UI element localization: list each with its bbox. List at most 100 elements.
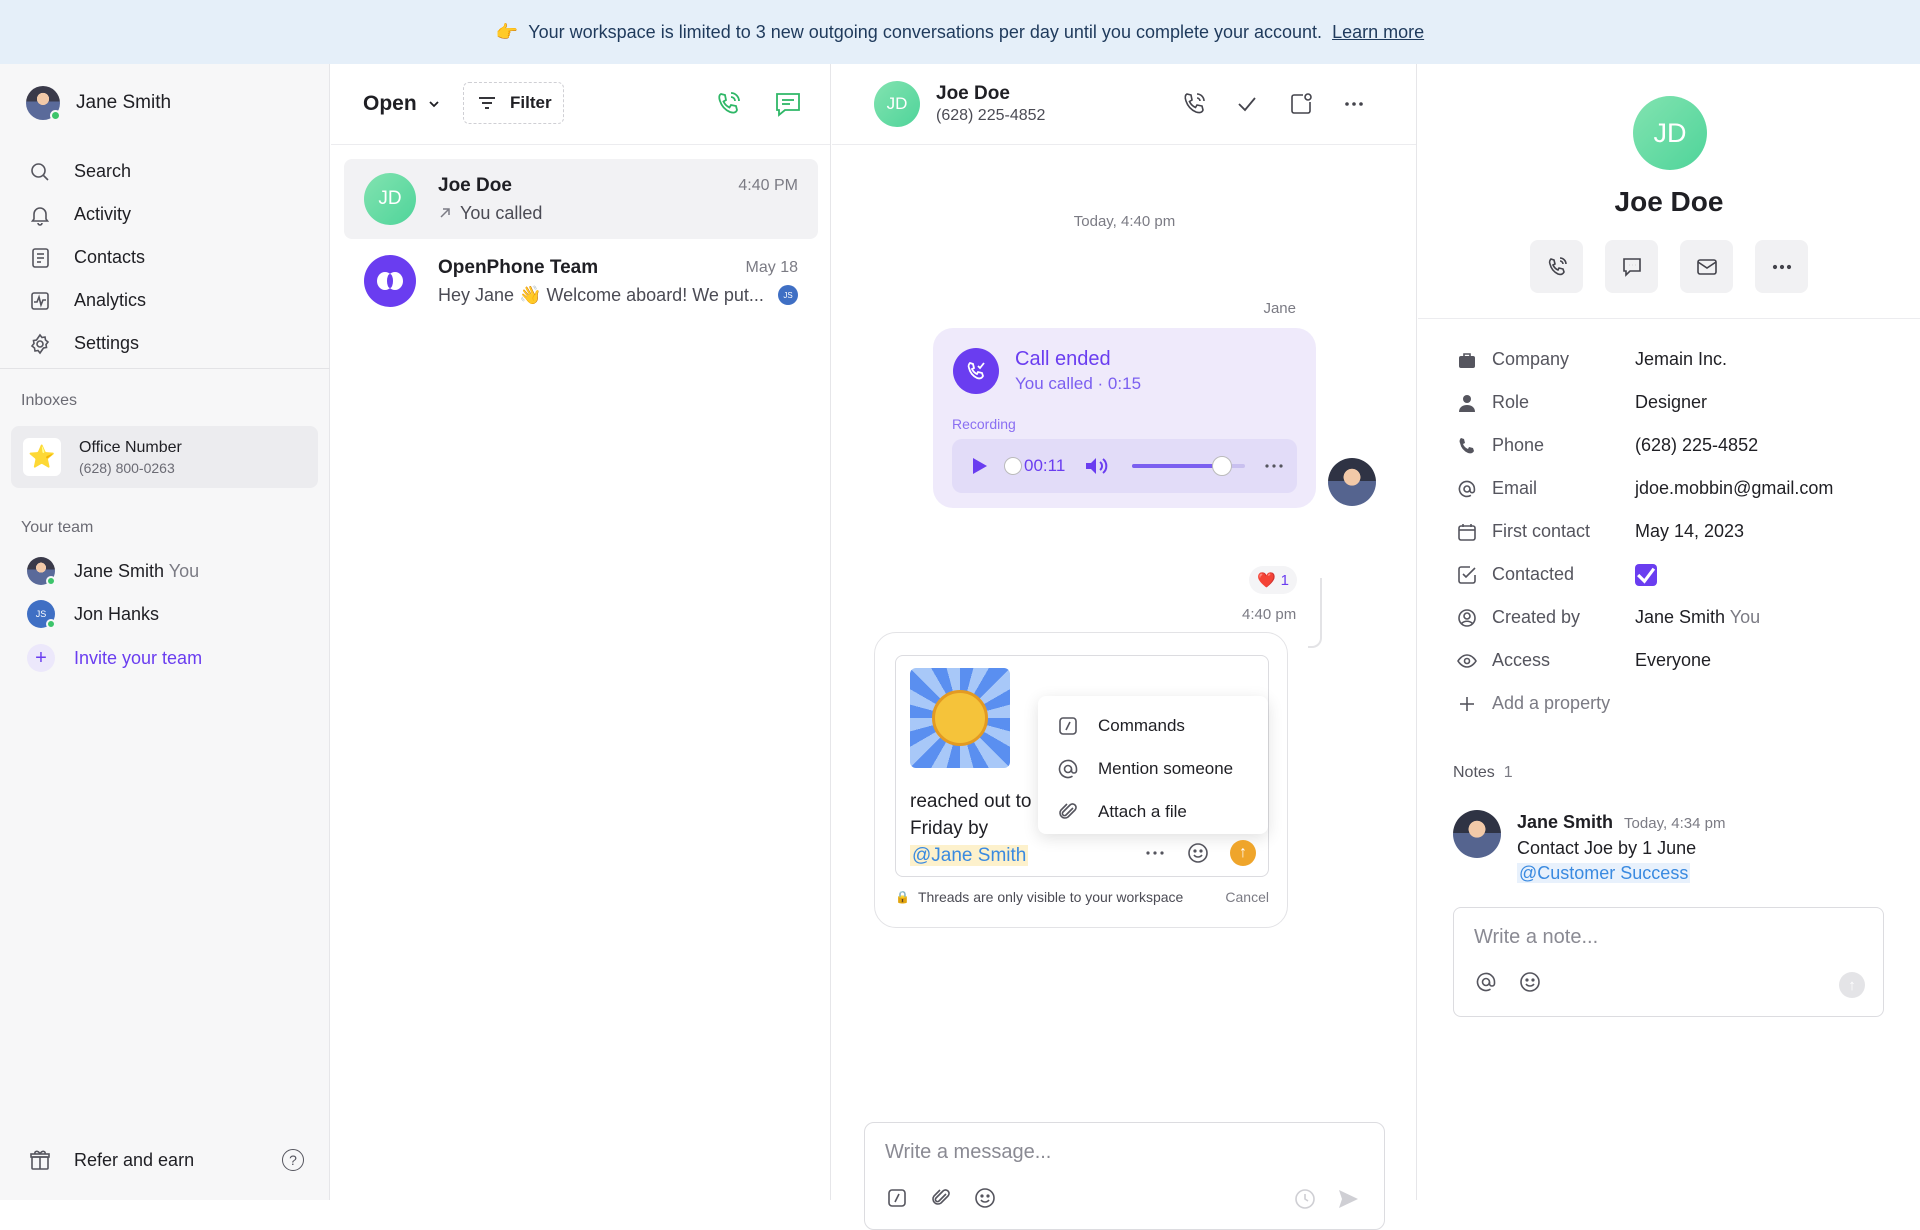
status-dropdown[interactable]: Open — [363, 92, 441, 116]
property-key: Access — [1492, 650, 1551, 670]
nav-settings[interactable]: Settings — [28, 322, 318, 365]
message-input[interactable] — [885, 1141, 1315, 1164]
learn-more-link[interactable]: Learn more — [1332, 22, 1424, 43]
filter-button[interactable]: Filter — [463, 82, 564, 124]
call-icon[interactable] — [1180, 90, 1208, 118]
nav-search[interactable]: Search — [28, 150, 318, 193]
filter-icon — [479, 97, 495, 109]
paperclip-icon[interactable] — [929, 1186, 953, 1210]
pointing-hand-emoji: 👉 — [495, 21, 519, 42]
banner-text: Your workspace is limited to 3 new outgo… — [528, 21, 1323, 42]
plus-icon — [1460, 696, 1474, 711]
calendar-icon — [1458, 523, 1476, 541]
property-company[interactable]: Company Jemain Inc. — [1456, 338, 1896, 381]
more-icon[interactable] — [1144, 842, 1166, 864]
more-actions-button[interactable] — [1755, 240, 1808, 293]
nav-analytics[interactable]: Analytics — [28, 279, 318, 322]
cancel-thread-button[interactable]: Cancel — [1225, 889, 1269, 905]
volume-icon[interactable] — [1083, 455, 1109, 477]
nav-activity[interactable]: Activity — [28, 193, 318, 236]
new-message-icon[interactable] — [773, 89, 803, 119]
refer-and-earn[interactable]: Refer and earn ? — [28, 1148, 304, 1172]
contact-avatar: JD — [364, 173, 416, 225]
check-icon[interactable] — [1233, 90, 1261, 118]
scrubber-knob[interactable] — [1004, 457, 1022, 475]
current-user[interactable]: Jane Smith — [26, 86, 171, 121]
thread-composer-tools: ↑ — [1144, 840, 1256, 866]
assignee-badge: JS — [778, 285, 798, 305]
filter-label: Filter — [510, 93, 552, 112]
property-value: jdoe.mobbin@gmail.com — [1635, 478, 1834, 498]
you-tag: You — [168, 560, 200, 581]
inbox-number: (628) 800-0263 — [79, 459, 175, 476]
email-contact-button[interactable] — [1680, 240, 1733, 293]
help-icon[interactable]: ? — [282, 1149, 304, 1171]
audio-player: 00:11 — [952, 439, 1297, 493]
note-author-name: Jane Smith — [1517, 812, 1614, 832]
property-email[interactable]: Email jdoe.mobbin@gmail.com — [1456, 467, 1896, 510]
team-member-jane[interactable]: Jane Smith You — [27, 557, 200, 586]
more-icon[interactable] — [1263, 455, 1285, 477]
star-icon: ⭐ — [23, 438, 61, 476]
call-contact-button[interactable] — [1530, 240, 1583, 293]
lock-icon: 🔒 — [895, 890, 910, 904]
menu-attach[interactable]: Attach a file — [1038, 790, 1268, 833]
sun-image-attachment[interactable] — [910, 668, 1010, 768]
note-input[interactable] — [1474, 926, 1854, 949]
property-value: Jane Smith — [1635, 607, 1726, 627]
you-tag: You — [1729, 607, 1761, 627]
send-icon[interactable]: ↑ — [1230, 840, 1256, 866]
at-icon[interactable] — [1474, 970, 1498, 994]
conversation-item-openphone-team[interactable]: OpenPhone Team May 18 Hey Jane 👋 Welcome… — [344, 241, 818, 321]
contacted-checkbox[interactable] — [1635, 563, 1657, 586]
reaction-badge[interactable]: ❤️ 1 — [1249, 566, 1297, 594]
snooze-icon[interactable] — [1287, 90, 1315, 118]
note-mention[interactable]: @Customer Success — [1517, 863, 1691, 883]
note-tools — [1474, 970, 1542, 994]
menu-commands[interactable]: Commands — [1038, 704, 1268, 747]
new-call-icon[interactable] — [713, 89, 743, 119]
property-role[interactable]: Role Designer — [1456, 381, 1896, 424]
contact-name: Joe Doe — [1614, 186, 1724, 217]
team-member-jon[interactable]: JS Jon Hanks — [27, 600, 159, 629]
volume-knob[interactable] — [1212, 456, 1233, 476]
invite-team-button[interactable]: + Invite your team — [27, 644, 202, 672]
checkmark-icon — [1637, 567, 1656, 584]
gift-icon — [30, 1150, 50, 1170]
panel-divider — [1418, 318, 1920, 319]
emoji-icon[interactable] — [1518, 970, 1542, 994]
property-contacted[interactable]: Contacted — [1456, 553, 1896, 596]
sender-avatar — [1328, 458, 1376, 506]
nav-analytics-label: Analytics — [74, 290, 147, 310]
team-heading: Your team — [21, 519, 94, 536]
send-note-icon[interactable]: ↑ — [1839, 972, 1865, 998]
contact-avatar-large: JD — [1633, 96, 1707, 170]
conversation-preview: Hey Jane 👋 Welcome aboard! We put... — [438, 284, 764, 305]
thread-composer[interactable]: reached out to Friday by @Jane Smith Com… — [895, 655, 1269, 877]
play-icon[interactable] — [968, 455, 990, 477]
volume-slider[interactable] — [1132, 456, 1245, 476]
property-created-by[interactable]: Created by Jane Smith You — [1456, 596, 1896, 639]
person-icon — [1459, 394, 1475, 412]
reaction-count: 1 — [1280, 571, 1290, 589]
conversation-name: OpenPhone Team — [438, 256, 599, 278]
property-first-contact[interactable]: First contact May 14, 2023 — [1456, 510, 1896, 553]
message-contact-button[interactable] — [1605, 240, 1658, 293]
more-icon[interactable] — [1340, 90, 1368, 118]
emoji-icon[interactable] — [1186, 841, 1210, 865]
nav-contacts-label: Contacts — [74, 247, 146, 267]
property-phone[interactable]: Phone (628) 225-4852 — [1456, 424, 1896, 467]
emoji-icon[interactable] — [973, 1186, 997, 1210]
thread-draft-text[interactable]: reached out to Friday by @Jane Smith — [910, 788, 1050, 869]
schedule-clock-icon[interactable] — [1293, 1187, 1317, 1211]
add-property-button[interactable]: Add a property — [1456, 682, 1896, 725]
volume-fill — [1132, 464, 1223, 468]
nav-contacts[interactable]: Contacts — [28, 236, 318, 279]
conversation-item-joe-doe[interactable]: JD Joe Doe 4:40 PM You called — [344, 159, 818, 239]
contact-avatar[interactable]: JD — [874, 81, 920, 127]
send-icon[interactable] — [1335, 1186, 1361, 1212]
slash-icon[interactable] — [885, 1186, 909, 1210]
property-access[interactable]: Access Everyone — [1456, 639, 1896, 682]
inbox-office-number[interactable]: ⭐ Office Number (628) 800-0263 — [11, 426, 318, 488]
menu-mention[interactable]: Mention someone — [1038, 747, 1268, 790]
